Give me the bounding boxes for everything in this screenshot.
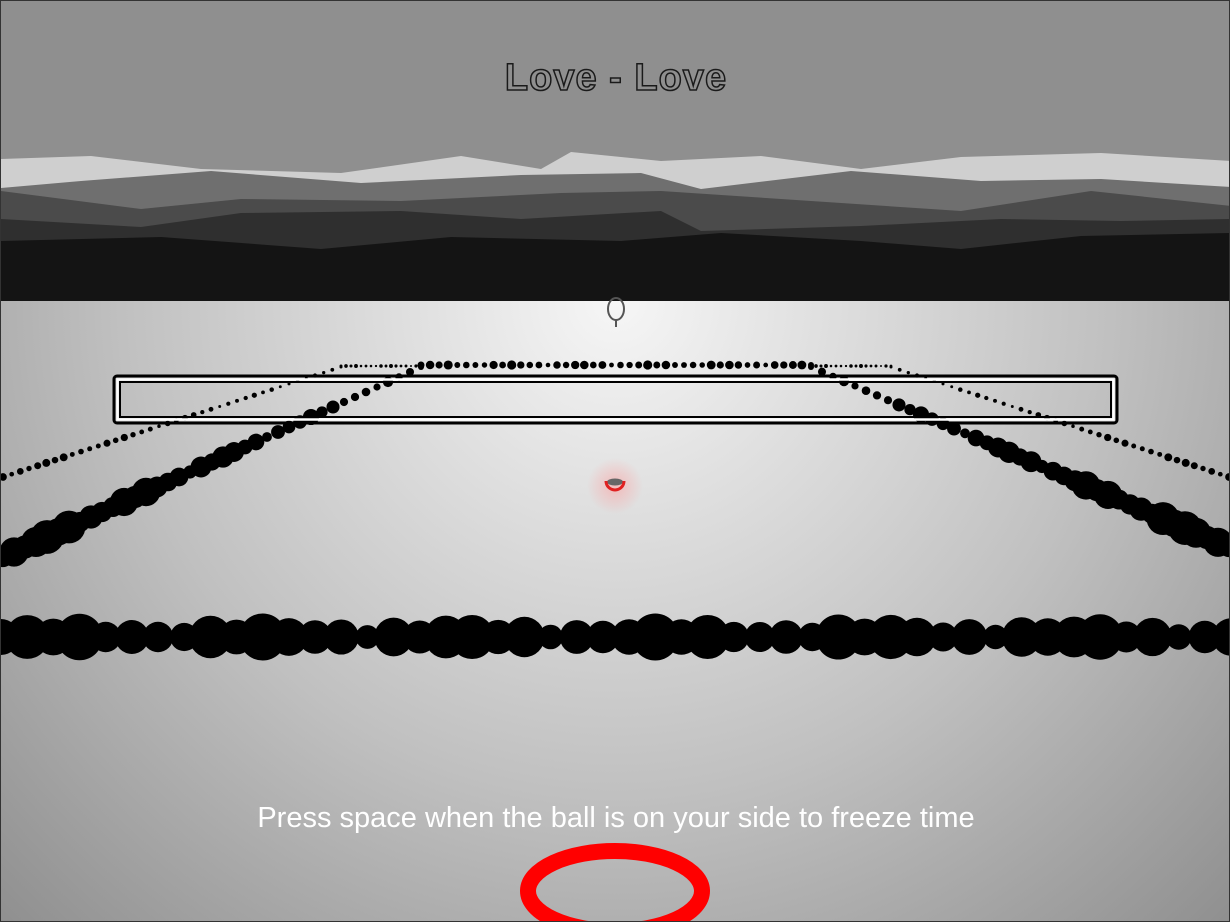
mountain-layer-5 — [1, 233, 1229, 301]
instruction-text: Press space when the ball is on your sid… — [257, 802, 975, 834]
mountains — [1, 152, 1229, 301]
game-stage[interactable]: Love - Love Press space when the ball is… — [0, 0, 1230, 922]
ball-icon — [587, 458, 643, 514]
score-display: Love - Love — [504, 56, 728, 100]
court-scene — [1, 1, 1229, 921]
